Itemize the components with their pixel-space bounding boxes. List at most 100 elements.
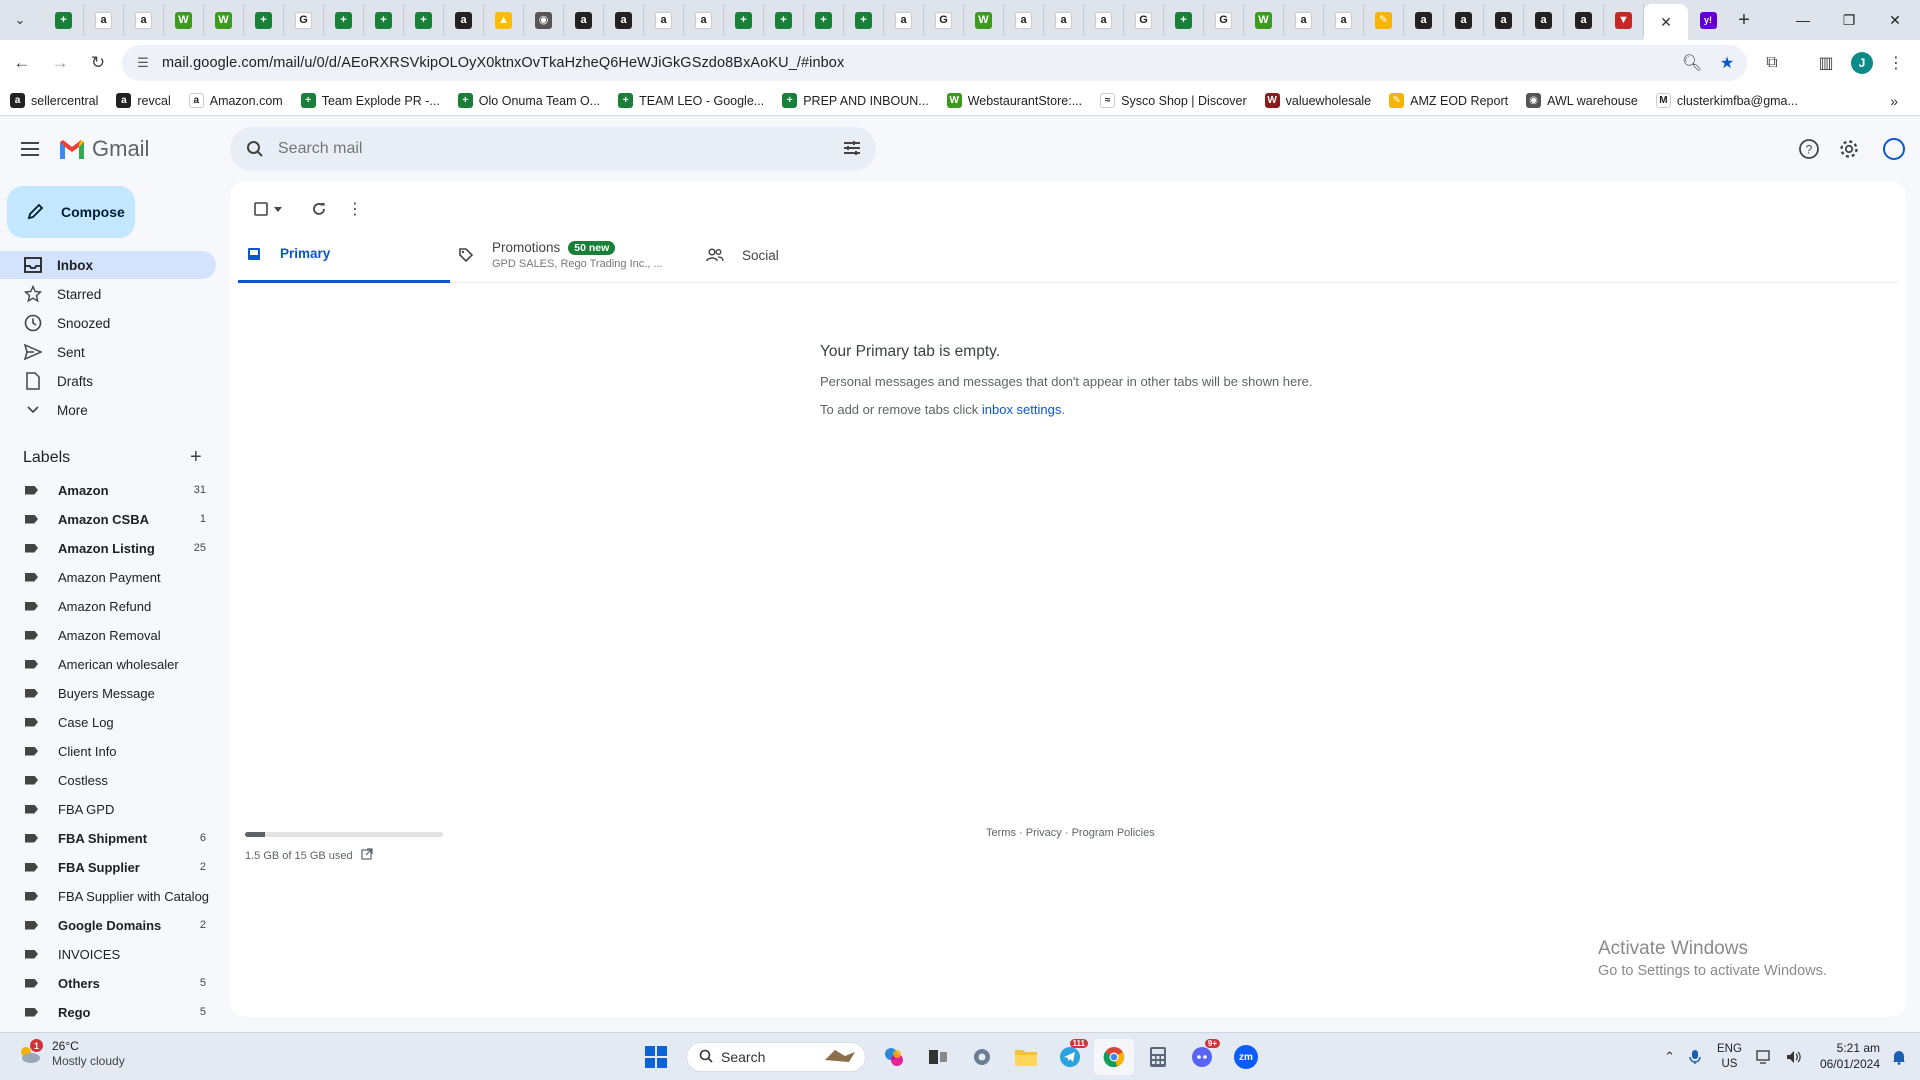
taskbar-search[interactable]: Search	[686, 1042, 866, 1072]
create-label-icon[interactable]: +	[190, 446, 202, 469]
browser-tab[interactable]: G	[1204, 4, 1244, 36]
browser-tab[interactable]: a	[1084, 4, 1124, 36]
close-window-button[interactable]: ✕	[1872, 0, 1918, 40]
tab-yahoo[interactable]: y!	[1688, 4, 1728, 36]
zoom-icon[interactable]: zm	[1226, 1039, 1266, 1075]
browser-tab[interactable]: a	[1404, 4, 1444, 36]
tab-search-dropdown-icon[interactable]: ⌄	[6, 6, 34, 34]
browser-tab[interactable]: G	[924, 4, 964, 36]
browser-tab[interactable]: a	[564, 4, 604, 36]
browser-tab[interactable]: a	[84, 4, 124, 36]
privacy-link[interactable]: Privacy	[1026, 827, 1062, 839]
nav-item-inbox[interactable]: Inbox	[0, 251, 216, 279]
extensions-icon[interactable]: ⧉	[1756, 47, 1788, 79]
gmail-logo[interactable]: Gmail	[58, 136, 149, 162]
browser-tab[interactable]: ◉	[524, 4, 564, 36]
bookmark-item[interactable]: a revcal	[116, 93, 171, 108]
browser-tab[interactable]: G	[1124, 4, 1164, 36]
program-policies-link[interactable]: Program Policies	[1072, 827, 1155, 839]
browser-tab[interactable]: a	[1044, 4, 1084, 36]
bookmark-item[interactable]: + Team Explode PR -...	[300, 93, 440, 108]
browser-tab[interactable]: +	[44, 4, 84, 36]
search-bar[interactable]	[230, 127, 876, 171]
browser-tab[interactable]: a	[1004, 4, 1044, 36]
browser-tab[interactable]: a	[444, 4, 484, 36]
address-bar[interactable]: ☰ mail.google.com/mail/u/0/d/AEoRXRSVkip…	[122, 45, 1747, 81]
help-icon[interactable]: ?	[1793, 133, 1825, 165]
browser-tab[interactable]: +	[764, 4, 804, 36]
telegram-icon[interactable]: 111	[1050, 1039, 1090, 1075]
browser-tab[interactable]: a	[1284, 4, 1324, 36]
browser-tab[interactable]: a	[1524, 4, 1564, 36]
network-icon[interactable]	[1756, 1050, 1772, 1064]
external-link-icon[interactable]	[361, 848, 373, 863]
bookmark-item[interactable]: a Amazon.com	[188, 93, 283, 108]
terms-link[interactable]: Terms	[986, 827, 1016, 839]
label-item[interactable]: FBA Shipment 6	[0, 825, 216, 851]
new-tab-button[interactable]: +	[1728, 4, 1760, 36]
site-info-icon[interactable]: ☰	[128, 55, 158, 71]
browser-tab[interactable]: +	[724, 4, 764, 36]
label-item[interactable]: Amazon Removal	[0, 622, 216, 648]
browser-tab[interactable]: W	[1244, 4, 1284, 36]
label-item[interactable]: FBA GPD	[0, 796, 216, 822]
input-language[interactable]: ENG US	[1717, 1042, 1742, 1072]
calculator-icon[interactable]	[1138, 1039, 1178, 1075]
browser-menu-icon[interactable]: ⋮	[1880, 47, 1912, 79]
label-item[interactable]: FBA Supplier 2	[0, 854, 216, 880]
label-item[interactable]: Amazon Refund	[0, 593, 216, 619]
label-item[interactable]: American wholesaler	[0, 651, 216, 677]
browser-tab[interactable]: +	[244, 4, 284, 36]
browser-tab[interactable]: +	[1164, 4, 1204, 36]
search-options-icon[interactable]	[842, 138, 862, 163]
browser-tab[interactable]: ▼	[1604, 4, 1644, 36]
windows-start-icon[interactable]	[636, 1039, 676, 1075]
browser-tab[interactable]: +	[364, 4, 404, 36]
browser-tab[interactable]: W	[164, 4, 204, 36]
browser-tab[interactable]: +	[404, 4, 444, 36]
label-item[interactable]: Amazon 31	[0, 477, 216, 503]
browser-tab[interactable]: a	[884, 4, 924, 36]
label-item[interactable]: Costless	[0, 767, 216, 793]
restore-button[interactable]: ❐	[1826, 0, 1872, 40]
label-item[interactable]: Google Domains 2	[0, 912, 216, 938]
label-item[interactable]: Rego 5	[0, 999, 216, 1025]
bookmark-item[interactable]: ◉ AWL warehouse	[1526, 93, 1638, 108]
bookmark-item[interactable]: ✎ AMZ EOD Report	[1389, 93, 1508, 108]
file-explorer-icon[interactable]	[1006, 1039, 1046, 1075]
task-view-icon[interactable]	[918, 1039, 958, 1075]
bookmark-item[interactable]: + PREP AND INBOUN...	[782, 93, 929, 108]
browser-tab[interactable]: +	[804, 4, 844, 36]
forward-button[interactable]: →	[44, 47, 76, 79]
close-tab-icon[interactable]: ✕	[1660, 14, 1672, 31]
bookmark-item[interactable]: W WebstaurantStore:...	[946, 93, 1082, 108]
side-panel-icon[interactable]: ▥	[1810, 47, 1842, 79]
browser-tab[interactable]: ▲	[484, 4, 524, 36]
more-options-icon[interactable]: ⋮	[339, 193, 371, 225]
browser-tab[interactable]: a	[644, 4, 684, 36]
browser-tab[interactable]: a	[604, 4, 644, 36]
copilot-icon[interactable]	[874, 1039, 914, 1075]
bookmark-item[interactable]: + TEAM LEO - Google...	[618, 93, 764, 108]
label-item[interactable]: Amazon Listing 25	[0, 535, 216, 561]
tab-social[interactable]: Social	[698, 227, 910, 283]
chevron-up-icon[interactable]: ⌃	[1664, 1049, 1675, 1065]
taskbar-clock[interactable]: 5:21 am 06/01/2024	[1820, 1041, 1880, 1072]
main-menu-icon[interactable]	[18, 137, 42, 161]
label-item[interactable]: Client Info	[0, 738, 216, 764]
minimize-button[interactable]: —	[1780, 0, 1826, 40]
tab-primary[interactable]: Primary	[238, 227, 450, 283]
reload-button[interactable]: ↻	[82, 47, 114, 79]
browser-tab[interactable]: ✎	[1364, 4, 1404, 36]
tab-gmail-active[interactable]: ✕	[1644, 4, 1688, 40]
nav-item-snoozed[interactable]: Snoozed	[0, 309, 216, 337]
select-dropdown-icon[interactable]	[271, 193, 285, 225]
settings-gear-icon[interactable]	[1833, 133, 1865, 165]
label-item[interactable]: Amazon CSBA 1	[0, 506, 216, 532]
nav-item-drafts[interactable]: Drafts	[0, 367, 216, 395]
microphone-icon[interactable]	[1689, 1049, 1701, 1065]
browser-tab[interactable]: a	[1564, 4, 1604, 36]
browser-tab[interactable]: +	[844, 4, 884, 36]
back-button[interactable]: ←	[6, 47, 38, 79]
label-item[interactable]: Amazon Payment	[0, 564, 216, 590]
